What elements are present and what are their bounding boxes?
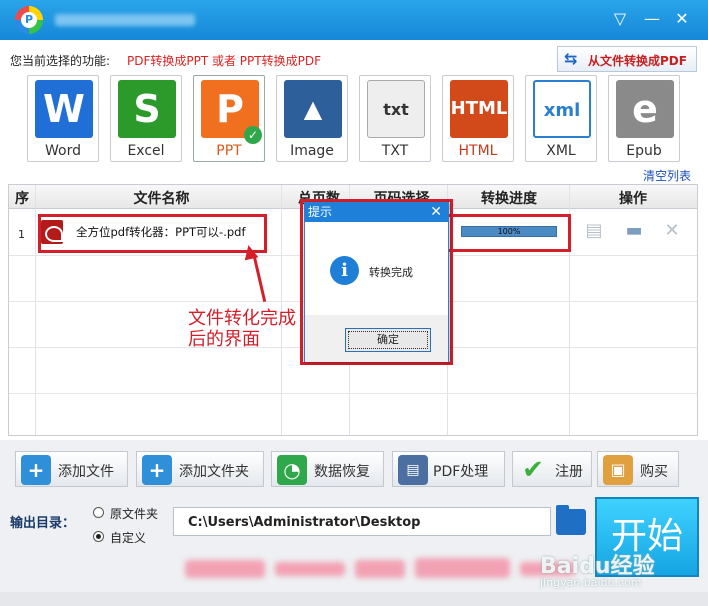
menu-dropdown-icon[interactable]: ▽ — [608, 8, 632, 30]
info-icon: i — [330, 256, 359, 285]
html-icon: HTML — [450, 80, 508, 138]
pdf-document-icon: ▤ — [398, 455, 428, 485]
pdf-process-button[interactable]: ▤ PDF处理 — [392, 451, 505, 487]
redacted-text — [185, 560, 265, 578]
close-window-button[interactable]: ✕ — [670, 8, 694, 30]
format-html-button[interactable]: HTML HTML — [442, 75, 514, 162]
register-button[interactable]: ✔ 注册 — [512, 451, 592, 487]
radio-custom[interactable] — [93, 531, 104, 542]
format-epub-button[interactable]: e Epub — [608, 75, 680, 162]
format-label: Image — [290, 143, 334, 159]
browse-folder-icon[interactable] — [556, 505, 586, 535]
check-register-icon: ✔ — [522, 455, 544, 485]
format-label: TXT — [381, 143, 409, 159]
format-word-button[interactable]: W Word — [27, 75, 99, 162]
bottom-strip — [0, 592, 708, 606]
recover-clock-icon: ◔ — [277, 455, 307, 485]
completion-dialog: 提示 ✕ i 转换完成 确定 — [304, 202, 449, 362]
radio-source-folder[interactable] — [93, 507, 104, 518]
register-label: 注册 — [555, 464, 583, 480]
annotation-line2: 后的界面 — [188, 329, 260, 350]
add-folder-icon: + — [142, 455, 172, 485]
progress-highlight-box — [446, 214, 571, 252]
format-image-button[interactable]: ▲ Image — [276, 75, 348, 162]
function-value: PDF转换成PPT 或者 PPT转换成PDF — [127, 54, 321, 68]
print-icon[interactable]: ▤ — [583, 220, 605, 242]
delete-icon[interactable]: ✕ — [661, 220, 683, 242]
from-file-convert-label: 从文件转换成PDF — [588, 54, 687, 68]
redacted-text — [415, 558, 510, 578]
excel-icon: S — [118, 80, 176, 138]
window-title — [55, 14, 195, 26]
pdf-process-label: PDF处理 — [433, 464, 489, 480]
word-icon: W — [35, 80, 93, 138]
format-txt-button[interactable]: txt TXT — [359, 75, 431, 162]
format-excel-button[interactable]: S Excel — [110, 75, 182, 162]
txt-icon: txt — [367, 80, 425, 138]
app-logo-icon: P — [15, 6, 43, 34]
dialog-ok-button[interactable]: 确定 — [345, 328, 431, 352]
swap-arrows-icon: ⇆ — [564, 49, 578, 68]
annotation-line1: 文件转化完成 — [188, 308, 296, 329]
dialog-message: 转换完成 — [369, 266, 413, 279]
source-folder-label: 原文件夹 — [110, 507, 159, 521]
add-file-button[interactable]: + 添加文件 — [15, 451, 128, 487]
annotation-text: 文件转化完成 后的界面 — [188, 308, 296, 350]
format-label: XML — [546, 143, 576, 159]
redacted-text — [275, 562, 345, 576]
shopping-bag-icon: ▣ — [603, 455, 633, 485]
add-file-label: 添加文件 — [58, 464, 114, 480]
open-folder-icon[interactable]: ▬ — [623, 220, 645, 242]
from-file-convert-button[interactable]: ⇆ 从文件转换成PDF — [557, 46, 697, 72]
dialog-title: 提示 — [305, 203, 448, 222]
format-label: PPT — [216, 143, 242, 159]
redacted-text — [355, 560, 405, 578]
watermark: Baidu经验 jingyan.baidu.com — [540, 548, 655, 589]
dialog-close-button[interactable]: ✕ — [430, 203, 442, 222]
col-progress-header: 转换进度 — [481, 191, 537, 207]
filename-highlight-box — [38, 214, 267, 253]
col-actions-header: 操作 — [619, 191, 647, 207]
data-recover-label: 数据恢复 — [314, 464, 370, 480]
add-folder-label: 添加文件夹 — [179, 464, 249, 480]
minimize-button[interactable]: — — [640, 8, 664, 30]
format-label: Word — [45, 143, 81, 159]
watermark-url: jingyan.baidu.com — [540, 576, 642, 589]
buy-button[interactable]: ▣ 购买 — [597, 451, 679, 487]
data-recover-button[interactable]: ◔ 数据恢复 — [271, 451, 384, 487]
col-index-header: 序 — [15, 191, 29, 207]
xml-icon: xml — [533, 80, 591, 138]
function-label: 您当前选择的功能: — [10, 54, 111, 68]
format-xml-button[interactable]: xml XML — [525, 75, 597, 162]
buy-label: 购买 — [640, 464, 668, 480]
format-label: HTML — [458, 143, 498, 159]
format-label: Excel — [127, 143, 165, 159]
format-label: Epub — [626, 143, 662, 159]
format-ppt-button[interactable]: P ✓ PPT — [193, 75, 265, 162]
custom-label: 自定义 — [110, 531, 147, 545]
add-file-icon: + — [21, 455, 51, 485]
add-folder-button[interactable]: + 添加文件夹 — [136, 451, 264, 487]
output-dir-label: 输出目录： — [10, 516, 76, 531]
check-icon: ✓ — [244, 126, 262, 144]
epub-icon: e — [616, 80, 674, 138]
image-icon: ▲ — [284, 80, 342, 138]
row-index: 1 — [18, 228, 25, 241]
output-path-input[interactable]: C:\Users\Administrator\Desktop — [173, 507, 551, 536]
title-bar: P ▽ — ✕ — [0, 0, 708, 40]
col-filename-header: 文件名称 — [133, 191, 190, 207]
clear-list-link[interactable]: 清空列表 — [643, 167, 691, 184]
